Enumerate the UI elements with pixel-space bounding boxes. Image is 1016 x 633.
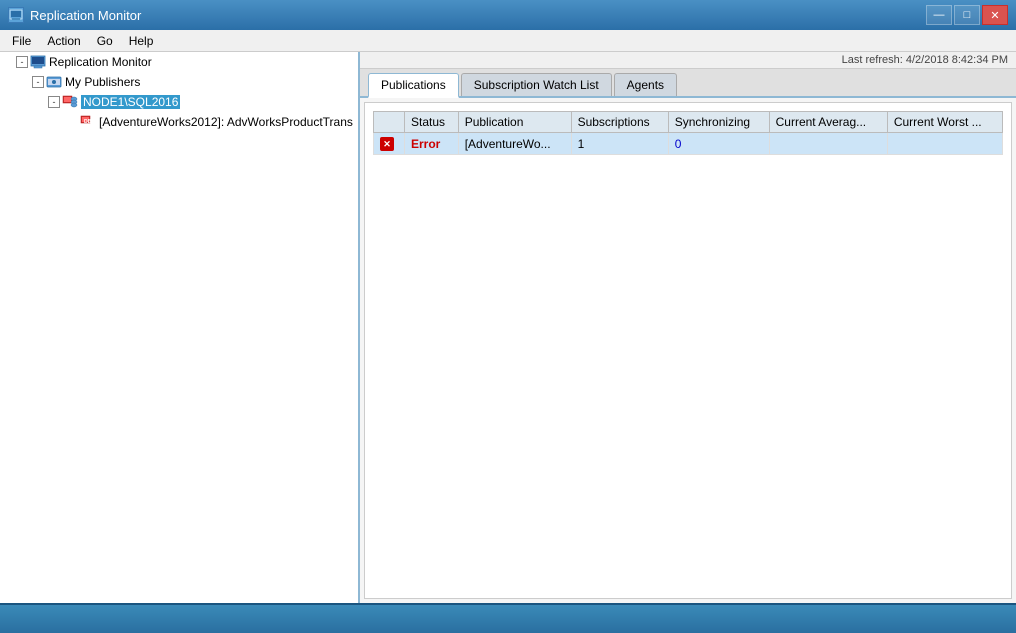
col-current-average[interactable]: Current Averag... bbox=[769, 112, 887, 133]
row-current-average bbox=[769, 133, 887, 155]
app-icon bbox=[8, 7, 24, 23]
tree-node-adventureworks[interactable]: DB [AdventureWorks2012]: AdvWorksProduct… bbox=[0, 112, 358, 132]
taskbar bbox=[0, 603, 1016, 633]
tree-node-my-publishers[interactable]: - My Publishers bbox=[0, 72, 358, 92]
last-refresh-text: Last refresh: 4/2/2018 8:42:34 PM bbox=[842, 54, 1008, 66]
sql2016-icon bbox=[62, 94, 78, 110]
right-panel: Last refresh: 4/2/2018 8:42:34 PM Public… bbox=[360, 52, 1016, 603]
toggle-sql2016[interactable]: - bbox=[48, 96, 60, 108]
close-button[interactable]: ✕ bbox=[982, 5, 1008, 25]
svg-text:DB: DB bbox=[84, 119, 92, 125]
table-header-row: Status Publication Subscriptions Synchro… bbox=[374, 112, 1003, 133]
publications-table: Status Publication Subscriptions Synchro… bbox=[373, 111, 1003, 155]
replication-monitor-label: Replication Monitor bbox=[49, 55, 152, 69]
row-status: Error bbox=[405, 133, 459, 155]
menu-action[interactable]: Action bbox=[39, 32, 88, 50]
row-synchronizing: 0 bbox=[668, 133, 769, 155]
tree-panel: - Replication Monitor - bbox=[0, 52, 360, 603]
toggle-my-publishers[interactable]: - bbox=[32, 76, 44, 88]
row-current-worst bbox=[887, 133, 1002, 155]
minimize-button[interactable]: — bbox=[926, 5, 952, 25]
table-area: Status Publication Subscriptions Synchro… bbox=[364, 102, 1012, 599]
col-current-worst[interactable]: Current Worst ... bbox=[887, 112, 1002, 133]
tab-publications[interactable]: Publications bbox=[368, 73, 459, 98]
tab-agents[interactable]: Agents bbox=[614, 73, 677, 96]
col-status[interactable]: Status bbox=[405, 112, 459, 133]
error-icon: ✕ bbox=[380, 137, 394, 151]
menu-go[interactable]: Go bbox=[89, 32, 121, 50]
tab-subscription-watch-list[interactable]: Subscription Watch List bbox=[461, 73, 612, 96]
maximize-button[interactable]: □ bbox=[954, 5, 980, 25]
title-bar: Replication Monitor — □ ✕ bbox=[0, 0, 1016, 30]
status-bar-top: Last refresh: 4/2/2018 8:42:34 PM bbox=[360, 52, 1016, 69]
table-row[interactable]: ✕ Error [AdventureWo... 1 0 bbox=[374, 133, 1003, 155]
tree-node-replication-monitor[interactable]: - Replication Monitor bbox=[0, 52, 358, 72]
my-publishers-icon bbox=[46, 74, 62, 90]
sql2016-label: NODE1\SQL2016 bbox=[81, 95, 180, 109]
main-content: - Replication Monitor - bbox=[0, 52, 1016, 603]
tree-node-sql2016[interactable]: - NODE1\SQL2016 bbox=[0, 92, 358, 112]
col-publication[interactable]: Publication bbox=[458, 112, 571, 133]
tab-bar: Publications Subscription Watch List Age… bbox=[360, 69, 1016, 98]
replication-monitor-icon bbox=[30, 54, 46, 70]
menu-bar: File Action Go Help bbox=[0, 30, 1016, 52]
menu-help[interactable]: Help bbox=[121, 32, 162, 50]
row-publication: [AdventureWo... bbox=[458, 133, 571, 155]
adventureworks-label: [AdventureWorks2012]: AdvWorksProductTra… bbox=[99, 115, 353, 129]
my-publishers-label: My Publishers bbox=[65, 75, 140, 89]
window-title: Replication Monitor bbox=[30, 8, 141, 23]
adventureworks-icon: DB bbox=[80, 114, 96, 130]
title-bar-buttons: — □ ✕ bbox=[926, 5, 1008, 25]
col-subscriptions[interactable]: Subscriptions bbox=[571, 112, 668, 133]
col-status-icon[interactable] bbox=[374, 112, 405, 133]
row-status-icon-cell: ✕ bbox=[374, 133, 405, 155]
row-subscriptions: 1 bbox=[571, 133, 668, 155]
col-synchronizing[interactable]: Synchronizing bbox=[668, 112, 769, 133]
menu-file[interactable]: File bbox=[4, 32, 39, 50]
title-bar-left: Replication Monitor bbox=[8, 7, 141, 23]
toggle-replication-monitor[interactable]: - bbox=[16, 56, 28, 68]
